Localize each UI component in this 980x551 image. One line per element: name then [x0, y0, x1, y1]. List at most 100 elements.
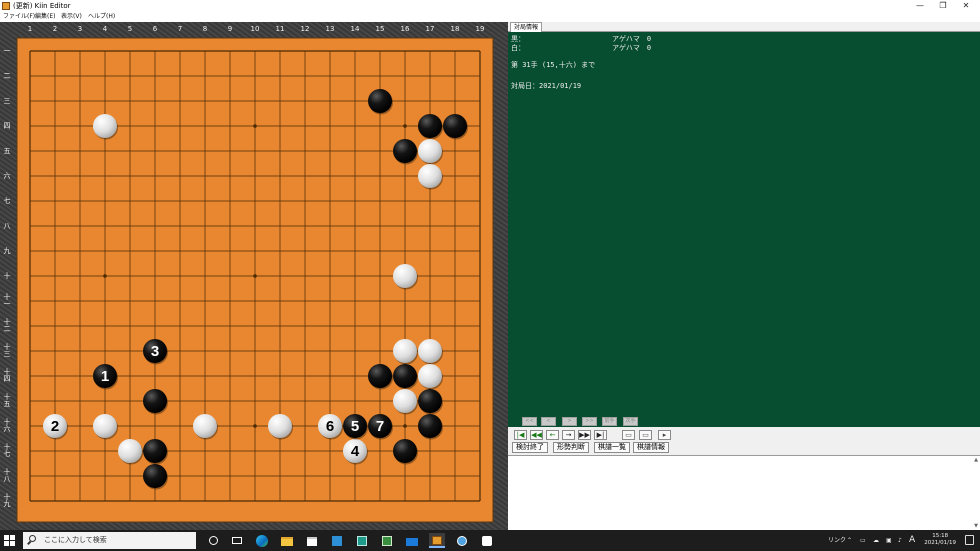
forward-button[interactable]: →: [562, 430, 575, 440]
file-explorer-icon[interactable]: [279, 533, 295, 548]
disabled-next-move-button: 次手: [623, 417, 638, 426]
back-button[interactable]: ←: [546, 430, 559, 440]
go-board[interactable]: 1 2 3 4 56 7: [0, 22, 508, 530]
panel-tabstrip: 対局情報: [508, 22, 980, 32]
black-stone: [443, 114, 467, 138]
black-captures: アゲハマ 0: [612, 35, 652, 43]
move-number-label: 5: [351, 418, 359, 435]
app-icon-white[interactable]: [479, 533, 495, 548]
cortana-icon[interactable]: [206, 533, 222, 548]
tray-chevron-icon[interactable]: ⌃: [847, 530, 852, 551]
white-stone: [193, 414, 217, 438]
title-bar: (更新) Kiin Editor — ❐ ✕: [0, 0, 980, 12]
view-b-button[interactable]: ▭: [639, 430, 652, 440]
app-icon-teal[interactable]: [354, 533, 370, 548]
star-point: [253, 424, 257, 428]
move-number-label: 6: [326, 418, 334, 435]
scroll-up-icon[interactable]: ▲: [974, 457, 978, 463]
move-toolbar: |◀ ◀◀ ← → ▶▶ ▶| ▭ ▭ ▸ 検討終了 形勢判断 棋譜一覧 棋譜情…: [508, 427, 980, 455]
tab-game-info[interactable]: 対局情報: [510, 22, 543, 32]
black-stone: [393, 139, 417, 163]
taskbar: ここに入力して検索 リンク ⌃ ▭ ☁ ▣ ♪ A 15:18 2021/01/…: [0, 530, 980, 551]
kiin-editor-taskbar-icon[interactable]: [429, 533, 445, 548]
clock-time: 15:18: [932, 533, 949, 539]
black-stone: [368, 364, 392, 388]
kiin-editor-window: (更新) Kiin Editor — ❐ ✕ ファイル(F) 編集(E) 表示(…: [0, 0, 980, 551]
tray-volume-icon[interactable]: ♪: [898, 530, 902, 551]
edge-browser-icon[interactable]: [254, 533, 270, 548]
move-number-label: 3: [151, 343, 159, 360]
black-stone: [418, 389, 442, 413]
star-point: [403, 424, 407, 428]
next-page-button[interactable]: ▸: [658, 430, 671, 440]
white-stone: [418, 364, 442, 388]
black-stone: [393, 439, 417, 463]
white-stone: [418, 164, 442, 188]
game-info-panel: 黒： アゲハマ 0 白： アゲハマ 0 第 31手 (15,十六) まで 対局日…: [508, 32, 980, 427]
app-icon-globe[interactable]: [454, 533, 470, 548]
white-stone: [393, 264, 417, 288]
tray-link-label[interactable]: リンク: [828, 530, 846, 551]
black-player-label: 黒：: [511, 35, 525, 43]
white-stone: [118, 439, 142, 463]
taskbar-search-placeholder: ここに入力して検索: [44, 536, 107, 544]
menu-view[interactable]: 表示(V): [61, 12, 82, 22]
position-judgment-button[interactable]: 形勢判断: [553, 442, 589, 453]
taskbar-clock[interactable]: 15:18 2021/01/19: [924, 533, 956, 547]
task-view-icon[interactable]: [229, 533, 245, 548]
white-stone: [418, 339, 442, 363]
disabled-nav-row: << < > >> 前手 次手: [508, 417, 980, 427]
white-stone: [93, 414, 117, 438]
ime-indicator[interactable]: A: [909, 530, 915, 551]
white-stone: [393, 339, 417, 363]
windows-start-icon[interactable]: [4, 535, 15, 546]
disabled-prev-button: <: [541, 417, 556, 426]
star-point: [253, 274, 257, 278]
disabled-last-button: >>: [582, 417, 597, 426]
move-number: 第 31手 (15,十六) まで: [511, 61, 596, 69]
menu-file[interactable]: ファイル(F): [3, 12, 35, 22]
app-icon-blue[interactable]: [329, 533, 345, 548]
black-stone: [143, 389, 167, 413]
last-move-button[interactable]: ▶|: [594, 430, 607, 440]
black-stone: [393, 364, 417, 388]
record-info-button[interactable]: 棋譜情報: [633, 442, 669, 453]
tray-display-icon[interactable]: ▣: [886, 530, 892, 551]
window-title: (更新) Kiin Editor: [13, 2, 71, 10]
disabled-next-button: >: [562, 417, 577, 426]
end-review-button[interactable]: 検討終了: [512, 442, 548, 453]
forward-many-button[interactable]: ▶▶: [578, 430, 591, 440]
app-icon: [2, 2, 10, 10]
white-stone: [393, 389, 417, 413]
mail-icon[interactable]: [404, 533, 420, 548]
app-icon-green[interactable]: [379, 533, 395, 548]
record-list-button[interactable]: 棋譜一覧: [594, 442, 630, 453]
scroll-down-icon[interactable]: ▼: [974, 523, 978, 529]
disabled-prev-move-button: 前手: [602, 417, 617, 426]
star-point: [403, 124, 407, 128]
clock-date: 2021/01/19: [924, 540, 956, 546]
disabled-first-button: <<: [522, 417, 537, 426]
star-point: [103, 274, 107, 278]
search-icon: [29, 535, 36, 542]
notification-icon[interactable]: [965, 535, 974, 545]
game-date: 対局日：2021/01/19: [511, 82, 582, 90]
black-stone: [143, 439, 167, 463]
comment-area[interactable]: ▲ ▼: [508, 455, 980, 530]
black-stone: [418, 414, 442, 438]
view-a-button[interactable]: ▭: [622, 430, 635, 440]
tray-cloud-icon[interactable]: ☁: [873, 530, 879, 551]
white-player-label: 白：: [511, 44, 525, 52]
menu-help[interactable]: ヘルプ(H): [88, 12, 115, 22]
move-number-label: 2: [51, 418, 59, 435]
close-button[interactable]: ✕: [953, 0, 979, 12]
first-move-button[interactable]: |◀: [514, 430, 527, 440]
store-icon[interactable]: [304, 533, 320, 548]
tray-network-icon[interactable]: ▭: [860, 530, 866, 551]
black-stone: [143, 464, 167, 488]
back-many-button[interactable]: ◀◀: [530, 430, 543, 440]
menu-bar: ファイル(F) 編集(E) 表示(V) ヘルプ(H): [0, 12, 980, 22]
taskbar-search-box[interactable]: ここに入力して検索: [23, 532, 196, 549]
menu-edit[interactable]: 編集(E): [35, 12, 55, 22]
black-stone: [418, 114, 442, 138]
